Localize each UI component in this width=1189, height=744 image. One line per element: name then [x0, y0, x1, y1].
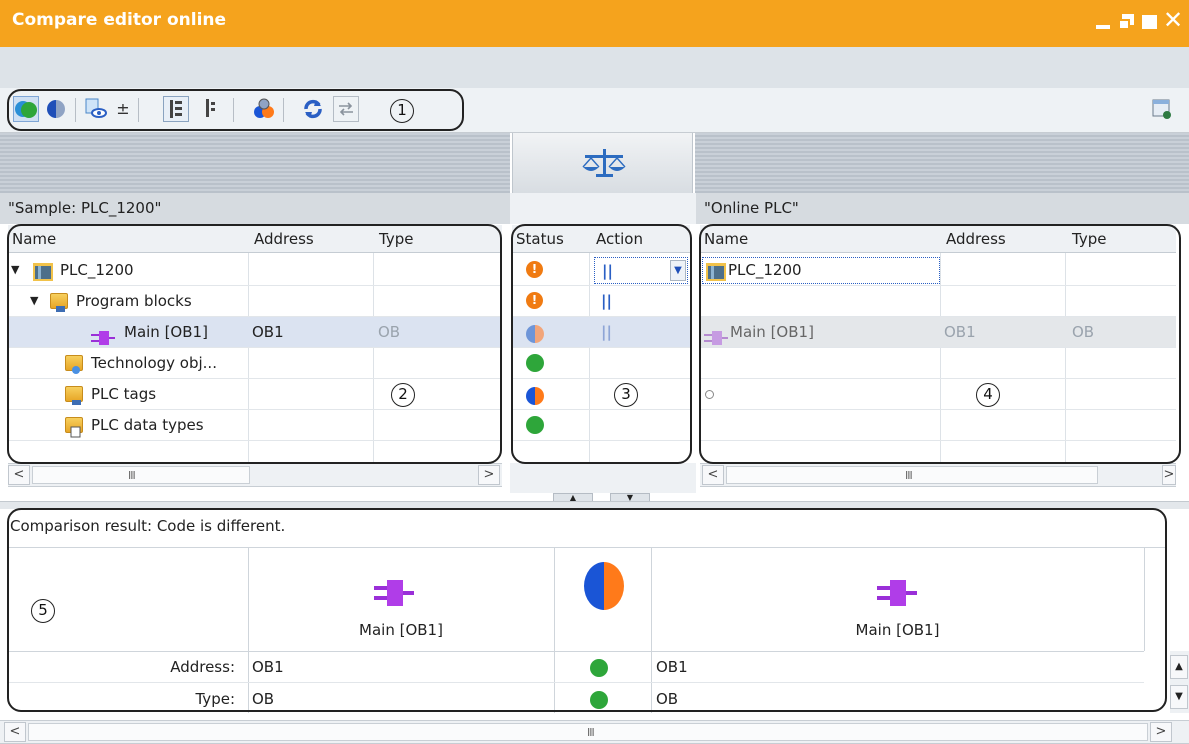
menu-strip — [0, 47, 1189, 88]
right-horizontal-scrollbar[interactable]: < III > — [700, 463, 1176, 487]
callout-right-grid — [699, 224, 1181, 464]
bottom-horizontal-scrollbar[interactable]: < III > — [0, 720, 1189, 744]
callout-number-5: 5 — [31, 599, 55, 623]
scroll-left-button[interactable]: < — [4, 722, 26, 742]
scroll-right-button[interactable]: > — [478, 465, 500, 485]
scroll-right-button[interactable]: > — [1150, 722, 1172, 742]
left-header-bar — [0, 133, 510, 193]
scroll-up-button[interactable]: ▲ — [1170, 655, 1188, 679]
scroll-thumb[interactable]: III — [32, 466, 250, 484]
scroll-down-button[interactable]: ▼ — [1170, 685, 1188, 709]
window-title: Compare editor online — [12, 10, 227, 30]
right-section-label: "Online PLC" — [696, 193, 1189, 224]
middle-footer — [510, 463, 696, 493]
scroll-thumb[interactable]: III — [726, 466, 1098, 484]
callout-middle-grid — [511, 224, 692, 464]
scroll-thumb[interactable]: III — [28, 723, 1148, 741]
minimize-icon[interactable] — [1094, 13, 1112, 31]
right-header-bar — [695, 133, 1189, 193]
middle-section-label — [510, 193, 696, 224]
close-icon[interactable]: ✕ — [1163, 6, 1183, 34]
title-bar: Compare editor online ✕ — [0, 0, 1189, 47]
callout-left-grid — [7, 224, 502, 464]
maximize-icon[interactable] — [1141, 13, 1159, 31]
left-section-label: "Sample: PLC_1200" — [0, 193, 510, 224]
result-vertical-scrollbar[interactable]: ▲ ▼ — [1170, 651, 1189, 713]
callout-number-4: 4 — [976, 383, 1000, 407]
scroll-left-button[interactable]: < — [702, 465, 724, 485]
compare-header — [512, 133, 693, 193]
scroll-left-button[interactable]: < — [8, 465, 30, 485]
callout-result-panel — [7, 508, 1167, 712]
settings-window-icon[interactable] — [1149, 96, 1175, 122]
callout-number-1: 1 — [390, 99, 414, 123]
left-horizontal-scrollbar[interactable]: < III > — [8, 463, 502, 487]
restore-icon[interactable] — [1117, 13, 1135, 31]
scroll-right-button[interactable]: > — [1162, 465, 1176, 485]
balance-scale-icon — [582, 149, 626, 177]
callout-number-2: 2 — [391, 383, 415, 407]
callout-number-3: 3 — [614, 383, 638, 407]
